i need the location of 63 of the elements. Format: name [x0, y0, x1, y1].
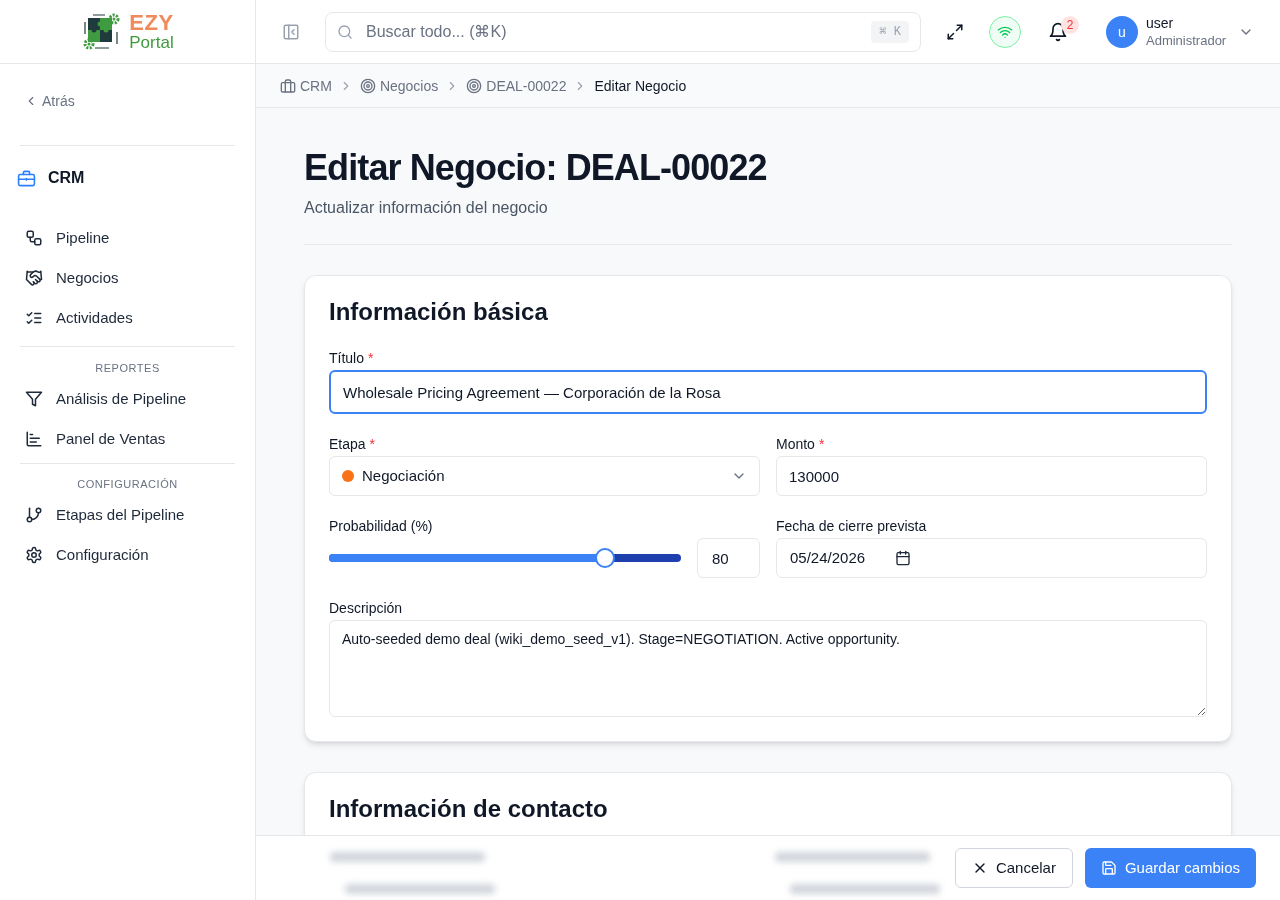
date-field[interactable]: 05/24/2026: [776, 538, 1207, 578]
cancel-button[interactable]: Cancelar: [954, 848, 1073, 888]
breadcrumb-link[interactable]: CRM: [280, 75, 332, 96]
save-button[interactable]: Guardar cambios: [1084, 848, 1256, 888]
sidebar-item[interactable]: Negocios: [20, 258, 235, 298]
field-label: Probabilidad (%): [329, 517, 433, 536]
page-subtitle: Actualizar información del negocio: [304, 198, 549, 218]
sidebar-collapse-icon[interactable]: [282, 22, 300, 41]
target-icon: [466, 77, 483, 94]
breadcrumb-link[interactable]: Negocios: [359, 75, 439, 96]
card-title: Información básica: [329, 297, 549, 327]
number-field[interactable]: 80: [697, 538, 760, 578]
calendar-icon: [895, 550, 912, 566]
bell-icon[interactable]: [1048, 21, 1068, 42]
sidebar-item[interactable]: Etapas del Pipeline: [20, 495, 235, 535]
user-name: user: [1146, 14, 1175, 32]
field-label: Etapa: [329, 435, 366, 454]
required-mark: *: [369, 435, 376, 454]
bar-chart-icon: [25, 430, 43, 448]
required-mark: *: [818, 435, 825, 454]
breadcrumb-current: Editar Negocio: [594, 76, 687, 96]
flow-chart-icon: [25, 229, 43, 247]
sidebar-item[interactable]: Pipeline: [20, 218, 235, 258]
section-heading: REPORTES: [95, 360, 160, 376]
page-title: Editar Negocio: DEAL-00022: [304, 148, 768, 188]
target-icon: [359, 77, 376, 94]
checklist-icon: [25, 309, 43, 327]
breadcrumb-link[interactable]: DEAL-00022: [466, 75, 567, 96]
select-field[interactable]: Negociación: [329, 456, 760, 496]
settings-icon: [25, 546, 43, 564]
field-label: Fecha de cierre prevista: [776, 517, 927, 536]
required-mark: *: [368, 349, 374, 368]
notification-badge: 2: [1061, 15, 1079, 34]
briefcase-icon: [280, 77, 296, 94]
search-icon: [337, 23, 353, 40]
text-field[interactable]: Wholesale Pricing Agreement — Corporación de la Rosa: [329, 370, 1207, 414]
field-label: Descripción: [329, 599, 403, 618]
text-field[interactable]: 130000: [776, 456, 1207, 496]
range-slider[interactable]: [329, 548, 681, 568]
puzzle-gear-logo-icon: [81, 11, 122, 52]
brand-subtitle: Portal: [129, 33, 174, 52]
sidebar-item[interactable]: Actividades: [20, 298, 235, 338]
brand-name: EZY: [129, 11, 174, 34]
card-title: Información de contacto: [329, 794, 609, 824]
section-heading: CONFIGURACIÓN: [77, 476, 178, 492]
back-link[interactable]: Atrás: [20, 91, 79, 111]
funnel-icon: [25, 390, 43, 408]
field-label: Título: [329, 349, 364, 368]
sidebar-item[interactable]: Análisis de Pipeline: [20, 379, 235, 419]
module-title: CRM: [48, 168, 85, 188]
slider-thumb[interactable]: [594, 548, 615, 568]
save-icon: [1100, 860, 1117, 876]
field-label: Monto: [776, 435, 815, 454]
expand-icon[interactable]: [946, 22, 964, 41]
shortcut-hint: ⌘ K: [871, 20, 909, 43]
sidebar-item[interactable]: Configuración: [20, 535, 235, 575]
user-avatar[interactable]: u: [1106, 15, 1138, 48]
briefcase-icon: [17, 168, 36, 188]
description-field[interactable]: Auto-seeded demo deal (wiki_demo_seed_v1). Stage=NEGOTIATION. Active opportunity.: [329, 620, 1207, 717]
sidebar-item[interactable]: Panel de Ventas: [20, 419, 235, 459]
user-role: Administrador: [1146, 32, 1227, 49]
handshake-icon: [25, 269, 43, 287]
branch-icon: [25, 506, 43, 524]
